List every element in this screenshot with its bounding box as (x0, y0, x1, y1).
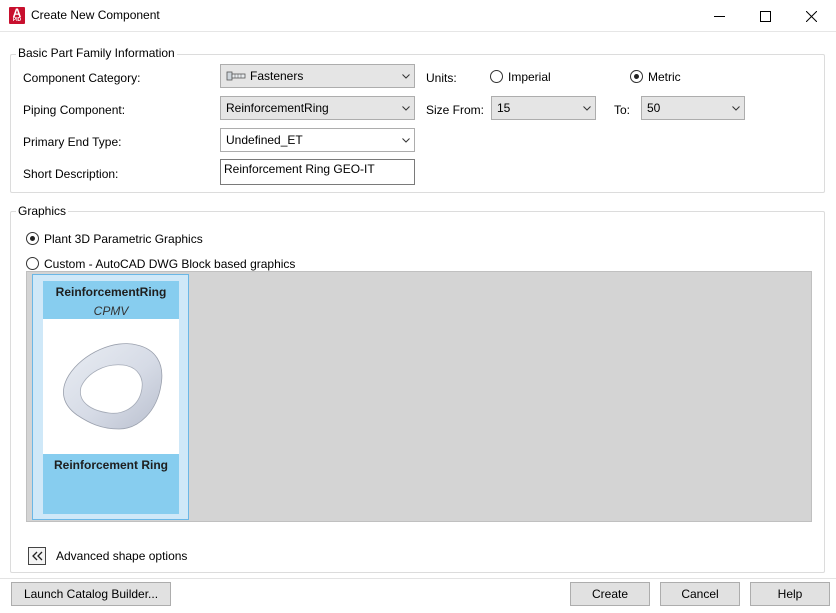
cancel-button[interactable]: Cancel (660, 582, 740, 606)
parametric-graphics-label[interactable]: Plant 3D Parametric Graphics (44, 232, 203, 246)
maximize-icon (759, 10, 771, 22)
maximize-button[interactable] (742, 0, 788, 32)
primary-end-type-combo[interactable]: Undefined_ET (220, 128, 415, 152)
custom-graphics-label[interactable]: Custom - AutoCAD DWG Block based graphic… (44, 257, 295, 271)
shape-tile-caption: Reinforcement Ring (53, 458, 168, 472)
chevron-down-icon (398, 97, 414, 119)
minimize-button[interactable] (696, 0, 742, 32)
size-from-combo[interactable]: 15 (491, 96, 596, 120)
size-to-label: To: (614, 103, 631, 117)
piping-component-label: Piping Component: (23, 103, 126, 117)
basic-info-group-label: Basic Part Family Information (16, 46, 177, 60)
chevron-down-icon (398, 129, 414, 151)
double-chevron-left-icon (32, 551, 43, 561)
short-description-input[interactable]: Reinforcement Ring GEO-IT (220, 159, 415, 185)
size-to-value: 50 (647, 101, 661, 115)
component-category-label: Component Category: (23, 71, 141, 85)
help-button[interactable]: Help (750, 582, 830, 606)
app-icon-subtext: PID (12, 17, 22, 23)
primary-end-type-label: Primary End Type: (23, 135, 122, 149)
primary-end-type-value: Undefined_ET (226, 133, 303, 147)
imperial-label[interactable]: Imperial (508, 70, 551, 84)
fastener-icon (226, 71, 246, 81)
create-button[interactable]: Create (570, 582, 650, 606)
size-from-value: 15 (497, 101, 511, 115)
launch-catalog-builder-button[interactable]: Launch Catalog Builder... (11, 582, 171, 606)
window-title: Create New Component (31, 8, 160, 22)
close-button[interactable] (788, 0, 834, 32)
bottom-separator (0, 578, 836, 579)
shape-tile-name: ReinforcementRing (55, 285, 167, 299)
chevron-down-icon (728, 97, 744, 119)
imperial-radio[interactable] (490, 70, 503, 83)
short-description-label: Short Description: (23, 167, 119, 181)
piping-component-value: ReinforcementRing (226, 101, 329, 115)
chevron-down-icon (579, 97, 595, 119)
reinforcement-ring-preview (63, 343, 163, 430)
size-from-label: Size From: (426, 103, 485, 117)
chevron-down-icon (398, 65, 414, 87)
minimize-icon (713, 15, 725, 17)
autocad-app-icon: A PID (9, 7, 25, 24)
component-category-value: Fasteners (250, 69, 304, 83)
advanced-options-label[interactable]: Advanced shape options (56, 549, 187, 563)
piping-component-combo[interactable]: ReinforcementRing (220, 96, 415, 120)
shape-tile-header: ReinforcementRing CPMV (43, 281, 179, 319)
component-category-combo[interactable]: Fasteners (220, 64, 415, 88)
metric-radio[interactable] (630, 70, 643, 83)
units-label: Units: (426, 71, 457, 85)
close-icon (805, 10, 817, 22)
graphics-group-label: Graphics (16, 204, 69, 218)
metric-label[interactable]: Metric (648, 70, 681, 84)
custom-graphics-radio[interactable] (26, 257, 39, 270)
size-to-combo[interactable]: 50 (641, 96, 745, 120)
advanced-options-toggle[interactable] (28, 547, 46, 565)
shape-tile-image (43, 319, 179, 454)
shape-tile-footer: Reinforcement Ring (43, 454, 179, 514)
shape-tile-code: CPMV (93, 304, 129, 318)
parametric-graphics-radio[interactable] (26, 232, 39, 245)
